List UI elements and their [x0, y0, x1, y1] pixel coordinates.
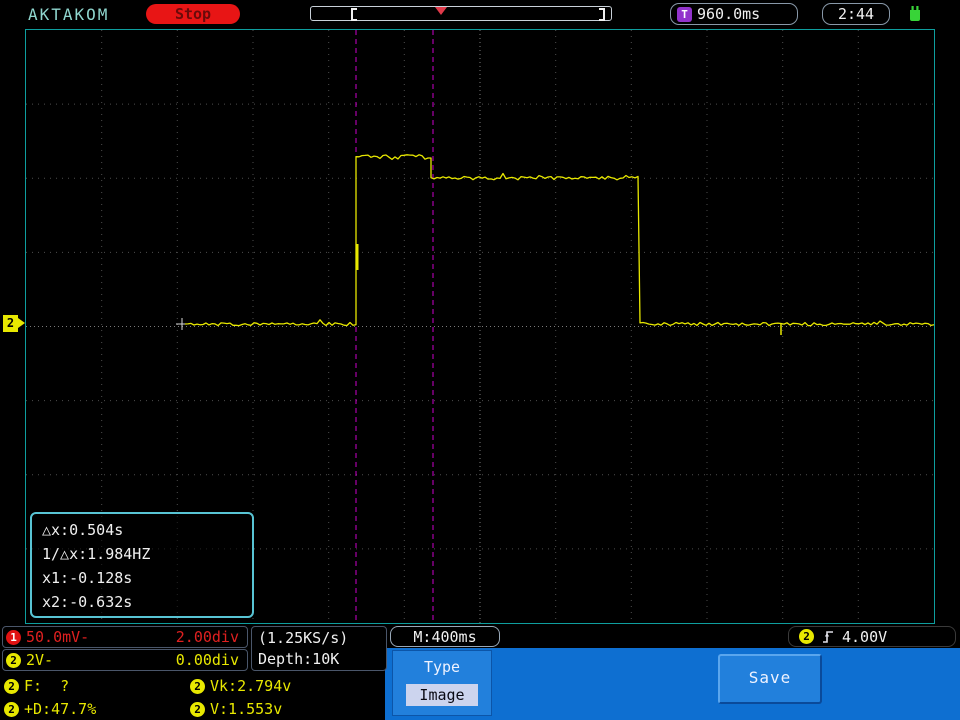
cursor-inverse-delta-x: 1/△x:1.984HZ: [42, 545, 151, 563]
softkey-type-panel[interactable]: Type Image: [392, 650, 492, 716]
bottom-status-panel: 1 50.0mV- 2.00div 2 2V- 0.00div (1.25KS/…: [0, 625, 960, 720]
ch2-scale-row: 2 2V- 0.00div: [2, 649, 248, 671]
meas-src-badge: 2: [4, 678, 19, 694]
meas-duty: 2 +D:47.7%: [4, 700, 96, 718]
ch2-volts-per-div: 2V-: [26, 651, 54, 669]
usb-connected-icon: [906, 4, 924, 23]
ch1-number-badge: 1: [6, 629, 21, 645]
window-left-bracket-icon: [351, 8, 357, 21]
ch1-offset: 2.00div: [175, 628, 239, 646]
meas-src-badge: 2: [190, 701, 205, 717]
window-right-bracket-icon: [599, 8, 605, 21]
save-button[interactable]: Save: [718, 654, 822, 704]
cursor-x2: x2:-0.632s: [42, 593, 133, 611]
meas-frequency: 2 F: ?: [4, 677, 69, 695]
top-status-bar: AKTAKOM Stop T 960.0ms 2:44: [0, 0, 960, 28]
cursor-measure-panel: △x:0.504s 1/△x:1.984HZ x1:-0.128s x2:-0.…: [30, 512, 254, 618]
cursor-x1: x1:-0.128s: [42, 569, 133, 587]
trigger-position-marker-icon: [435, 7, 447, 15]
ch1-volts-per-div: 50.0mV-: [26, 628, 90, 646]
clock: 2:44: [822, 3, 890, 25]
sample-rate-label: (1.25KS/s): [258, 629, 349, 647]
trigger-time-badge: T 960.0ms: [670, 3, 798, 25]
meas-src-badge: 2: [4, 701, 19, 717]
ch2-waveform-trace: [184, 154, 935, 327]
timebase-badge: M:400ms: [390, 626, 500, 647]
meas-src-badge: 2: [190, 678, 205, 694]
type-panel-title: Type: [423, 658, 461, 676]
trigger-t-icon: T: [677, 6, 692, 22]
meas-frequency-value: F: ?: [24, 677, 70, 695]
ch2-ground-marker-arrow-icon: [18, 318, 25, 328]
trigger-level-badge: 2 4.00V: [788, 626, 956, 647]
memory-depth-label: Depth:10K: [258, 650, 340, 668]
meas-voltage-value: V:1.553v: [210, 700, 283, 718]
meas-vk-value: Vk:2.794v: [210, 677, 292, 695]
trigger-level-value: 4.00V: [842, 627, 888, 646]
acquisition-info-box: (1.25KS/s) Depth:10K: [251, 626, 387, 671]
rising-edge-icon: [823, 630, 833, 643]
meas-vk: 2 Vk:2.794v: [190, 677, 291, 695]
brand-logo: AKTAKOM: [28, 5, 110, 24]
ch1-scale-row: 1 50.0mV- 2.00div: [2, 626, 248, 648]
ch2-number-badge: 2: [6, 652, 21, 668]
cursor-delta-x: △x:0.504s: [42, 521, 124, 539]
ch2-ground-marker[interactable]: 2: [3, 315, 18, 332]
type-panel-selected-value[interactable]: Image: [406, 684, 478, 706]
trigger-time-value: 960.0ms: [697, 5, 761, 23]
record-position-bar[interactable]: [310, 6, 612, 21]
ch2-offset: 0.00div: [175, 651, 239, 669]
meas-voltage: 2 V:1.553v: [190, 700, 282, 718]
meas-duty-value: +D:47.7%: [24, 700, 97, 718]
trigger-source-badge: 2: [799, 629, 814, 644]
run-stop-button[interactable]: Stop: [146, 4, 240, 24]
